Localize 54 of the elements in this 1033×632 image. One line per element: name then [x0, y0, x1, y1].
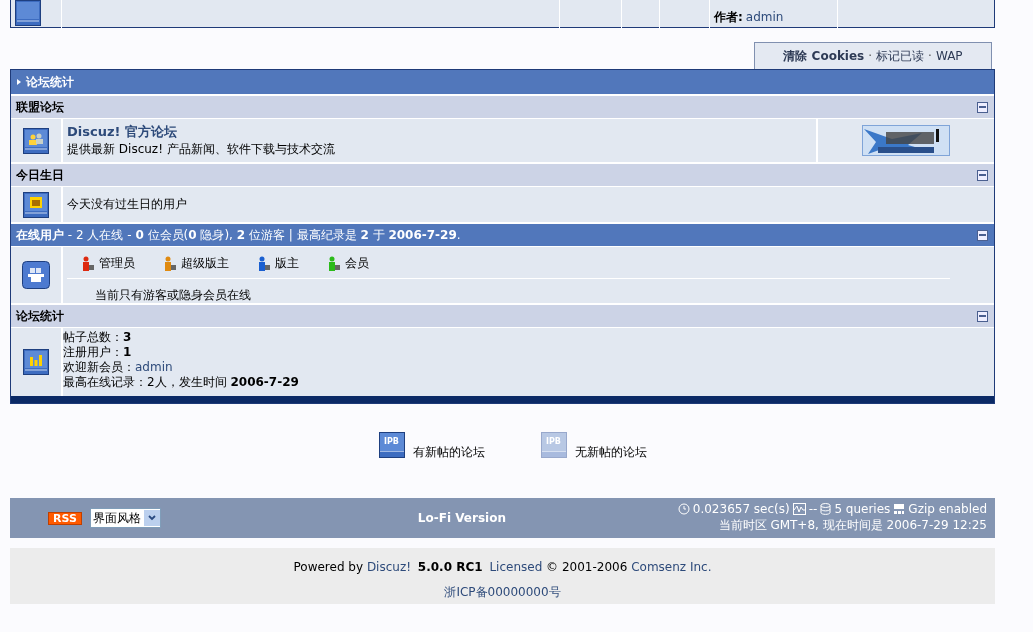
forum-status-icon: IPB: [378, 432, 405, 458]
pulse-icon: [792, 503, 806, 515]
timezone-text: 当前时区 GMT+8, 现在时间是 2006-7-29 12:25: [717, 517, 987, 534]
panel-title: 论坛统计: [26, 73, 74, 91]
group-label: 版主: [275, 255, 299, 272]
nav-link[interactable]: WAP: [935, 49, 963, 63]
separator: ·: [928, 49, 932, 63]
nav-link[interactable]: 清除 Cookies: [783, 47, 865, 65]
query-count: 5 queries: [834, 502, 891, 516]
legend-label: 无新帖的论坛: [574, 444, 647, 461]
powered-by-text: Powered by Discuz! 5.0.0 RC1 Licensed © 2001-2006 Comsenz Inc.: [293, 560, 712, 574]
collapse-icon[interactable]: [977, 101, 988, 113]
database-icon: [820, 503, 832, 515]
exec-time: 0.023657 sec(s): [692, 502, 790, 516]
stats-line: 欢迎新会员：admin: [63, 360, 174, 375]
stats-line: 最高在线记录：2人，发生时间 2006-7-29: [63, 375, 300, 390]
section-title: 在线用户 - 2 人在线 - 0 位会员(0 隐身), 2 位游客 | 最高纪录是 2 于 2006-7-29.: [16, 226, 461, 244]
footer-link[interactable]: Comsenz Inc.: [631, 560, 712, 574]
section-title: 今日生日: [16, 166, 64, 184]
nav-link[interactable]: 标记已读: [876, 47, 925, 65]
legend-label: 有新帖的论坛: [412, 444, 485, 461]
chevron-down-icon: [147, 515, 156, 521]
collapse-icon[interactable]: [977, 169, 988, 181]
forum-description: 提供最新 Discuz! 产品新闻、软件下载与技术交流: [67, 141, 336, 158]
group-label: 超级版主: [181, 255, 229, 272]
server-load: --: [808, 502, 818, 516]
gzip-status: Gzip enabled: [908, 502, 987, 516]
people-icon: [23, 127, 49, 154]
footer-link[interactable]: Licensed: [489, 560, 543, 574]
triangle-icon: [17, 79, 21, 85]
author-link[interactable]: admin: [745, 10, 784, 24]
users-icon: [22, 261, 50, 289]
calendar-icon: [23, 191, 49, 218]
author-line: 作者: admin: [714, 9, 784, 26]
footer-link[interactable]: Discuz!: [366, 560, 411, 574]
server-icon: [893, 503, 906, 515]
online-message: 当前只有游客或隐身会员在线: [94, 287, 252, 304]
separator: ·: [868, 49, 873, 63]
group-label: 管理员: [99, 255, 135, 272]
forum-status-icon: IPB: [540, 432, 567, 458]
stats-line: 帖子总数：3: [63, 330, 133, 345]
stats-line: 注册用户：1: [63, 345, 133, 360]
forum-link[interactable]: Discuz! 官方论坛: [67, 123, 812, 141]
section-title: 论坛统计: [16, 307, 64, 325]
group-label: 会员: [345, 255, 369, 272]
member-link[interactable]: admin: [135, 360, 173, 374]
birthday-message: 今天没有过生日的用户: [67, 196, 188, 213]
collapse-icon[interactable]: [977, 229, 988, 241]
style-select[interactable]: 界面风格: [89, 508, 161, 528]
bar-chart-icon: [23, 349, 49, 375]
collapse-icon[interactable]: [977, 310, 988, 322]
section-title: 联盟论坛: [16, 98, 64, 116]
clock-icon: [677, 503, 690, 515]
icp-link[interactable]: 浙ICP备00000000号: [444, 584, 561, 601]
